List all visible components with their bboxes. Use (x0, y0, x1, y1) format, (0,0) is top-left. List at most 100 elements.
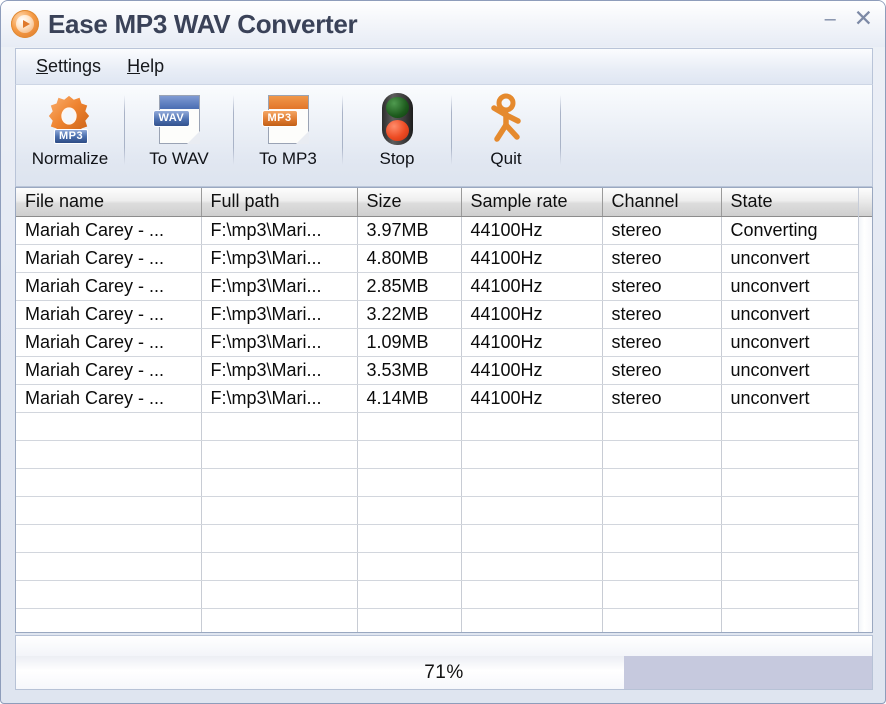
table-row-empty[interactable] (16, 440, 860, 469)
toolbar-label-quit: Quit (490, 149, 522, 168)
cell-full-path: F:\mp3\Mari... (201, 216, 358, 245)
cell-file-name: Mariah Carey - ... (16, 356, 202, 385)
column-header-state[interactable]: State (721, 188, 860, 217)
cell-empty (461, 440, 603, 469)
table-row[interactable]: Mariah Carey - ... F:\mp3\Mari... 4.80MB 44… (16, 244, 860, 273)
cell-empty (357, 580, 462, 609)
cell-state: unconvert (721, 272, 860, 301)
cell-empty (461, 608, 603, 632)
menu-bar: Settings Help (15, 48, 873, 84)
table-row[interactable]: Mariah Carey - ... F:\mp3\Mari... 3.53MB 44… (16, 356, 860, 385)
toolbar-button-stop[interactable]: Stop (343, 85, 451, 185)
table-row-empty[interactable] (16, 412, 860, 441)
cell-empty (357, 468, 462, 497)
window-controls: – ✕ (825, 7, 873, 31)
window-title: Ease MP3 WAV Converter (48, 8, 358, 39)
column-header-channel[interactable]: Channel (602, 188, 722, 217)
cell-empty (357, 608, 462, 632)
table-row-empty[interactable] (16, 552, 860, 581)
toolbar-button-to-mp3[interactable]: MP3 To MP3 (234, 85, 342, 185)
toolbar-label-to-wav: To WAV (149, 149, 209, 168)
toolbar-label-to-mp3: To MP3 (259, 149, 317, 168)
table-row[interactable]: Mariah Carey - ... F:\mp3\Mari... 3.97MB 44… (16, 216, 860, 245)
cell-empty (16, 496, 202, 525)
cell-empty (602, 440, 722, 469)
cell-empty (16, 580, 202, 609)
cell-empty (721, 524, 860, 553)
table-row-empty[interactable] (16, 468, 860, 497)
toolbar-button-quit[interactable]: Quit (452, 85, 560, 185)
column-header-size[interactable]: Size (357, 188, 462, 217)
cell-full-path: F:\mp3\Mari... (201, 384, 358, 413)
cell-empty (602, 608, 722, 632)
minimize-button[interactable]: – (825, 8, 836, 31)
play-circle-icon (11, 10, 39, 38)
cell-full-path: F:\mp3\Mari... (201, 244, 358, 273)
cell-empty (602, 412, 722, 441)
toolbar-button-normalize[interactable]: MP3 Normalize (16, 85, 124, 185)
cell-empty (201, 608, 358, 632)
cell-channel: stereo (602, 244, 722, 273)
cell-sample-rate: 44100Hz (461, 328, 603, 357)
table-row-empty[interactable] (16, 524, 860, 553)
cell-empty (16, 524, 202, 553)
cell-channel: stereo (602, 384, 722, 413)
table-header-row: File name Full path Size Sample rate Cha… (16, 188, 860, 217)
cell-empty (201, 496, 358, 525)
cell-empty (201, 412, 358, 441)
cell-empty (16, 440, 202, 469)
table-row-empty[interactable] (16, 608, 860, 632)
cell-sample-rate: 44100Hz (461, 384, 603, 413)
status-bar: 71% (15, 635, 873, 690)
column-header-full-path[interactable]: Full path (201, 188, 358, 217)
gear-mp3-icon: MP3 (42, 91, 98, 147)
cell-sample-rate: 44100Hz (461, 216, 603, 245)
cell-empty (461, 496, 603, 525)
cell-channel: stereo (602, 328, 722, 357)
cell-empty (602, 468, 722, 497)
walking-person-icon (484, 91, 528, 147)
mp3-badge-label: MP3 (54, 129, 89, 144)
menu-label-help: elp (140, 56, 165, 76)
cell-empty (461, 412, 603, 441)
cell-channel: stereo (602, 300, 722, 329)
table-body: Mariah Carey - ... F:\mp3\Mari... 3.97MB 44… (16, 216, 860, 632)
title-bar: Ease MP3 WAV Converter – ✕ (1, 1, 885, 47)
cell-file-name: Mariah Carey - ... (16, 272, 202, 301)
cell-size: 3.22MB (357, 300, 462, 329)
table-row-empty[interactable] (16, 580, 860, 609)
table-row-empty[interactable] (16, 496, 860, 525)
table-row[interactable]: Mariah Carey - ... F:\mp3\Mari... 3.22MB 44… (16, 300, 860, 329)
cell-empty (721, 496, 860, 525)
conversion-progress-bar: 71% (16, 656, 872, 689)
file-list[interactable]: File name Full path Size Sample rate Cha… (15, 187, 873, 633)
toolbar: MP3 Normalize WAV To WAV MP3 To MP3 Stop… (15, 84, 873, 187)
menu-item-help[interactable]: Help (127, 56, 164, 77)
cell-empty (721, 608, 860, 632)
cell-empty (721, 440, 860, 469)
close-button[interactable]: ✕ (854, 7, 873, 30)
vertical-scrollbar[interactable] (858, 188, 872, 632)
cell-channel: stereo (602, 356, 722, 385)
cell-file-name: Mariah Carey - ... (16, 244, 202, 273)
column-header-file-name[interactable]: File name (16, 188, 202, 217)
menu-accel-settings: S (36, 56, 49, 76)
cell-empty (721, 468, 860, 497)
cell-size: 4.14MB (357, 384, 462, 413)
cell-empty (16, 412, 202, 441)
table-row[interactable]: Mariah Carey - ... F:\mp3\Mari... 1.09MB 44… (16, 328, 860, 357)
toolbar-button-to-wav[interactable]: WAV To WAV (125, 85, 233, 185)
cell-file-name: Mariah Carey - ... (16, 300, 202, 329)
table-row[interactable]: Mariah Carey - ... F:\mp3\Mari... 4.14MB 44… (16, 384, 860, 413)
cell-state: Converting (721, 216, 860, 245)
cell-empty (16, 552, 202, 581)
cell-state: unconvert (721, 244, 860, 273)
cell-empty (461, 524, 603, 553)
cell-size: 1.09MB (357, 328, 462, 357)
menu-item-settings[interactable]: Settings (36, 56, 101, 77)
cell-sample-rate: 44100Hz (461, 300, 603, 329)
table-row[interactable]: Mariah Carey - ... F:\mp3\Mari... 2.85MB 44… (16, 272, 860, 301)
cell-empty (357, 440, 462, 469)
cell-size: 3.97MB (357, 216, 462, 245)
column-header-sample-rate[interactable]: Sample rate (461, 188, 603, 217)
